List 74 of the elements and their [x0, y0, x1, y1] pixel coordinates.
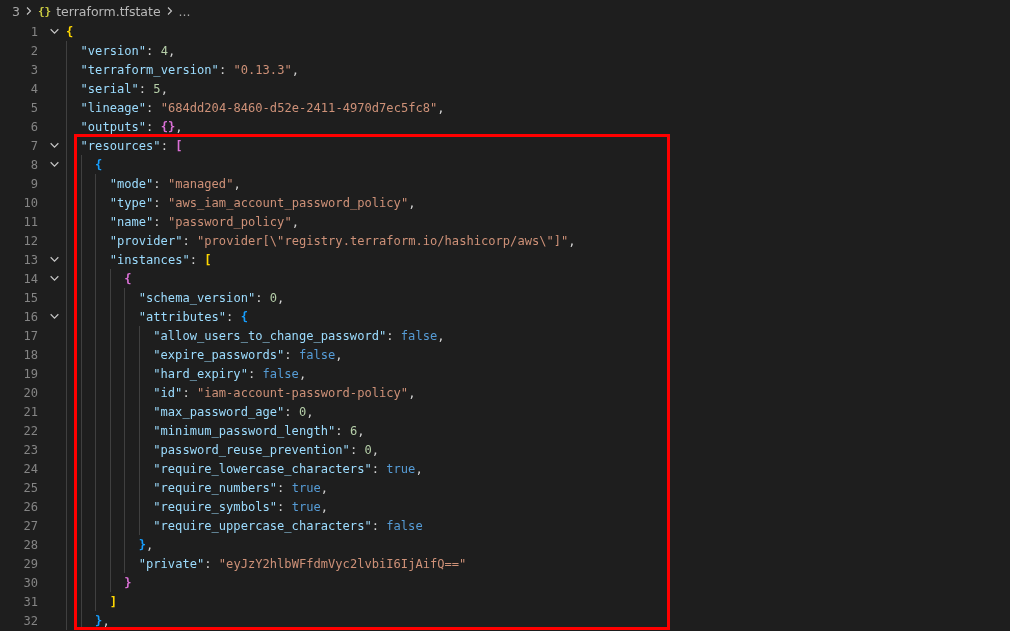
line-number: 29 [22, 556, 38, 571]
line-number: 24 [22, 461, 38, 476]
code-line: "require_numbers": true, [153, 480, 329, 495]
code-line: "attributes": { [138, 309, 248, 324]
line-number: 21 [22, 404, 38, 419]
code-line: "lineage": "684dd204-8460-d52e-2411-4970d7ec5fc8", [80, 100, 445, 115]
code-line: "id": "iam-account-password-policy", [153, 385, 416, 400]
fold-chevron-icon[interactable] [48, 311, 60, 322]
code-line: "resources": [ [80, 138, 183, 153]
line-number: 14 [22, 271, 38, 286]
line-number: 27 [22, 518, 38, 533]
line-number: 2 [29, 43, 38, 58]
code-line: "expire_passwords": false, [153, 347, 343, 362]
line-number: 8 [29, 157, 38, 172]
fold-chevron-icon[interactable] [48, 254, 60, 265]
line-number: 32 [22, 613, 38, 628]
breadcrumb-item[interactable]: 3 [12, 3, 20, 19]
code-line: "terraform_version": "0.13.3", [80, 62, 299, 77]
line-number: 5 [29, 100, 38, 115]
code-line: "private": "eyJzY2hlbWFfdmVyc2lvbiI6IjAifQ==" [138, 556, 467, 571]
line-number: 19 [22, 366, 38, 381]
breadcrumb-item[interactable]: ... [178, 3, 191, 19]
code-line: "name": "password_policy", [109, 214, 299, 229]
line-number: 22 [22, 423, 38, 438]
line-number: 16 [22, 309, 38, 324]
line-number: 15 [22, 290, 38, 305]
line-number: 26 [22, 499, 38, 514]
code-line: "outputs": {}, [80, 119, 183, 134]
line-number: 31 [22, 594, 38, 609]
code-line: "allow_users_to_change_password": false, [153, 328, 445, 343]
fold-chevron-icon[interactable] [48, 273, 60, 284]
code-line: "require_symbols": true, [153, 499, 329, 514]
code-line: "version": 4, [80, 43, 176, 58]
line-number: 25 [22, 480, 38, 495]
code-line: { [124, 271, 132, 286]
code-line: "provider": "provider[\"registry.terraform.io/hashicorp/aws\"]", [109, 233, 576, 248]
code-line: "serial": 5, [80, 81, 168, 96]
fold-chevron-icon[interactable] [48, 159, 60, 170]
line-number: 28 [22, 537, 38, 552]
code-line: } [124, 575, 132, 590]
fold-chevron-icon[interactable] [48, 140, 60, 151]
line-number: 18 [22, 347, 38, 362]
line-number: 17 [22, 328, 38, 343]
code-line: "password_reuse_prevention": 0, [153, 442, 379, 457]
line-number: 3 [29, 62, 38, 77]
line-number: 20 [22, 385, 38, 400]
line-number: 4 [29, 81, 38, 96]
code-line: "minimum_password_length": 6, [153, 423, 365, 438]
code-line: "type": "aws_iam_account_password_policy", [109, 195, 416, 210]
code-line: { [95, 157, 103, 172]
line-number: 10 [22, 195, 38, 210]
fold-chevron-icon[interactable] [48, 26, 60, 37]
code-line: "max_password_age": 0, [153, 404, 314, 419]
line-number: 1 [29, 24, 38, 39]
code-line: "instances": [ [109, 252, 212, 267]
line-number: 11 [22, 214, 38, 229]
json-file-icon: {} [37, 4, 52, 18]
line-number: 30 [22, 575, 38, 590]
breadcrumb-item[interactable]: terraform.tfstate [56, 3, 161, 19]
line-number: 23 [22, 442, 38, 457]
code-line: }, [95, 613, 110, 628]
code-line: "require_uppercase_characters": false [153, 518, 423, 533]
line-number: 9 [29, 176, 38, 191]
code-line: "mode": "managed", [109, 176, 241, 191]
code-line: "require_lowercase_characters": true, [153, 461, 423, 476]
line-number: 6 [29, 119, 38, 134]
code-line: "hard_expiry": false, [153, 366, 307, 381]
code-line: "schema_version": 0, [138, 290, 285, 305]
line-number: 7 [29, 138, 38, 153]
code-line: { [66, 24, 74, 39]
line-number: 13 [22, 252, 38, 267]
code-line: ] [109, 594, 117, 609]
line-number: 12 [22, 233, 38, 248]
code-line: }, [138, 537, 154, 552]
